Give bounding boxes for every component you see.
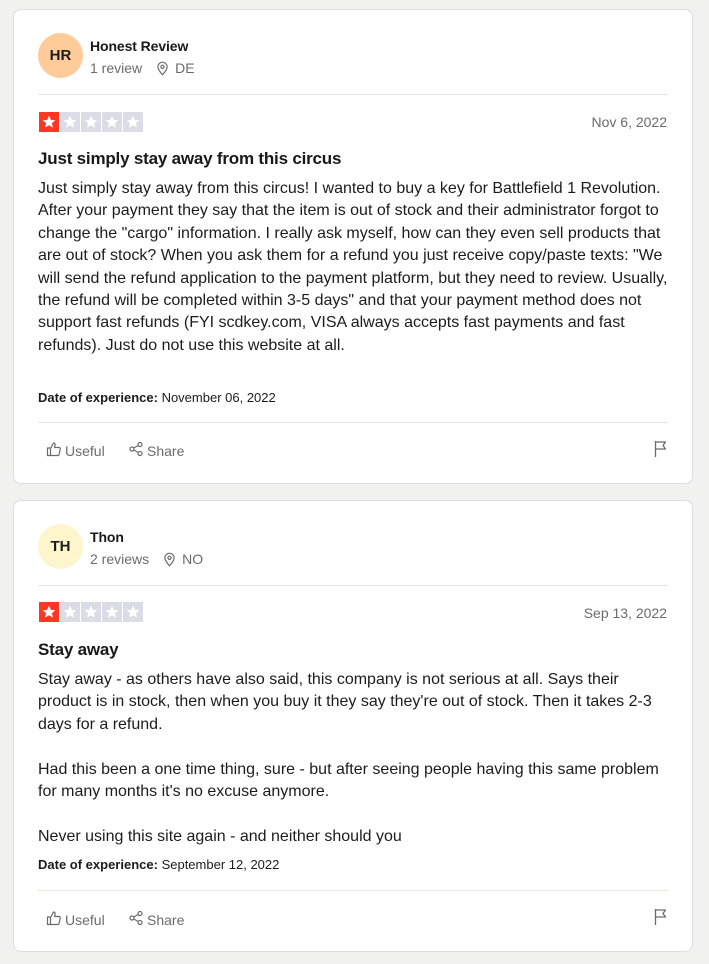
- star-filled-icon: [39, 602, 59, 622]
- share-icon: [128, 910, 147, 929]
- date-of-experience-label: Date of experience:: [38, 857, 158, 872]
- review-body: Just simply stay away from this circus! …: [38, 178, 672, 357]
- review-count: 2 reviews: [90, 551, 150, 567]
- useful-label: Useful: [65, 442, 105, 459]
- review-paragraph: Never using this site again - and neithe…: [38, 827, 402, 845]
- star-empty-icon: [60, 602, 80, 622]
- share-label: Share: [147, 442, 185, 459]
- review-date: Sep 13, 2022: [583, 605, 667, 621]
- star-empty-icon: [81, 112, 101, 132]
- star-empty-icon: [81, 602, 101, 622]
- star-filled-icon: [39, 112, 59, 132]
- avatar[interactable]: TH: [38, 524, 83, 569]
- location-pin-icon: [156, 61, 169, 76]
- share-icon: [128, 441, 147, 460]
- date-of-experience-label: Date of experience:: [38, 390, 158, 405]
- reviewer-name[interactable]: Honest Review: [90, 38, 188, 54]
- star-rating: [39, 112, 143, 132]
- report-flag-icon[interactable]: [653, 908, 669, 931]
- review-paragraph: Had this been a one time thing, sure - b…: [38, 760, 659, 801]
- review-title[interactable]: Just simply stay away from this circus: [38, 149, 668, 169]
- review-card: TH Thon 2 reviews NO Sep 13, 2022 Stay a…: [13, 500, 693, 952]
- review-title[interactable]: Stay away: [38, 640, 668, 660]
- share-label: Share: [147, 911, 185, 928]
- star-empty-icon: [60, 112, 80, 132]
- thumbs-up-icon: [46, 441, 65, 460]
- star-rating: [39, 602, 143, 622]
- review-body: Stay away - as others have also said, th…: [38, 669, 672, 848]
- review-paragraph: Just simply stay away from this circus! …: [38, 180, 668, 354]
- review-paragraph: Stay away - as others have also said, th…: [38, 671, 652, 733]
- star-empty-icon: [102, 112, 122, 132]
- review-date: Nov 6, 2022: [591, 114, 668, 130]
- star-empty-icon: [123, 602, 143, 622]
- review-count: 1 review: [90, 60, 143, 76]
- useful-button[interactable]: Useful: [46, 910, 105, 929]
- date-of-experience-value: September 12, 2022: [161, 857, 280, 872]
- thumbs-up-icon: [46, 910, 65, 929]
- reviewer-country: DE: [175, 60, 195, 76]
- divider: [38, 94, 668, 95]
- share-button[interactable]: Share: [128, 910, 184, 929]
- divider: [38, 585, 668, 586]
- reviewer-name[interactable]: Thon: [90, 529, 124, 545]
- location-pin-icon: [163, 552, 176, 567]
- star-empty-icon: [102, 602, 122, 622]
- useful-button[interactable]: Useful: [46, 441, 105, 460]
- date-of-experience: Date of experience: November 06, 2022: [38, 390, 276, 405]
- share-button[interactable]: Share: [128, 441, 184, 460]
- report-flag-icon[interactable]: [653, 440, 669, 463]
- reviewer-meta: 1 review DE: [90, 60, 195, 76]
- review-card: HR Honest Review 1 review DE Nov 6, 2022…: [13, 9, 693, 484]
- star-empty-icon: [123, 112, 143, 132]
- date-of-experience-value: November 06, 2022: [161, 390, 276, 405]
- reviewer-meta: 2 reviews NO: [90, 551, 203, 567]
- date-of-experience: Date of experience: September 12, 2022: [38, 857, 279, 872]
- reviewer-country: NO: [182, 551, 204, 567]
- useful-label: Useful: [65, 911, 105, 928]
- divider: [38, 890, 668, 891]
- avatar[interactable]: HR: [38, 33, 83, 78]
- divider: [38, 422, 668, 423]
